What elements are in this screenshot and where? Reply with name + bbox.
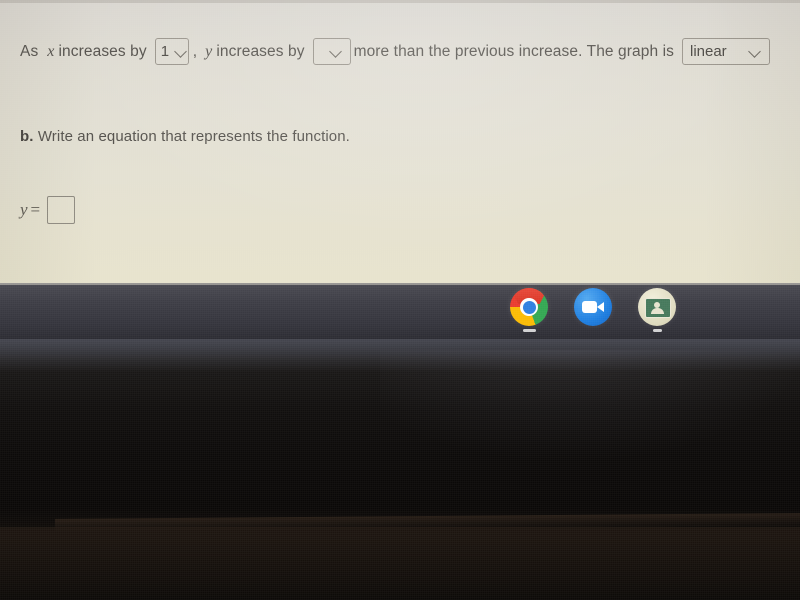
shelf-item-chrome[interactable]	[508, 288, 550, 332]
classroom-running-indicator	[652, 329, 662, 332]
shelf-app-list	[508, 288, 678, 332]
zoom-icon-camera-lens	[597, 302, 604, 312]
x-increase-dropdown[interactable]: 1	[154, 38, 189, 66]
question-a-tail-text: more than the previous increase. The gra…	[353, 42, 674, 60]
classroom-icon[interactable]	[638, 288, 676, 326]
zoom-icon-camera-body	[582, 301, 597, 313]
equation-answer-input[interactable]	[47, 196, 76, 224]
y-increase-dropdown-wrap[interactable]	[312, 38, 351, 66]
equals-sign: =	[30, 200, 41, 219]
question-a-text-1: increases by	[58, 42, 147, 60]
chrome-running-indicator	[522, 329, 536, 332]
zoom-video-icon[interactable]	[574, 288, 612, 326]
screenshot-root: As x increases by 1 , y increases by mor…	[0, 0, 800, 600]
comma-separator: ,	[192, 42, 198, 60]
question-b-label: b.	[20, 128, 34, 145]
question-a-lead-text: As	[20, 42, 39, 60]
variable-y: y	[205, 42, 213, 60]
answer-variable-y: y	[20, 200, 28, 219]
x-increase-dropdown-wrap[interactable]: 1	[154, 38, 189, 66]
chrome-icon-core	[522, 300, 536, 314]
chrome-icon[interactable]	[510, 288, 548, 326]
page-top-edge	[0, 0, 800, 3]
question-b-text: Write an equation that represents the fu…	[37, 128, 350, 145]
equation-answer-row: y =	[20, 196, 76, 224]
y-increase-dropdown[interactable]	[312, 38, 351, 66]
shelf-item-classroom[interactable]	[636, 288, 678, 332]
question-a-text-2: increases by	[216, 42, 305, 60]
laptop-body-lower	[0, 527, 800, 600]
variable-x: x	[47, 42, 55, 60]
question-b-prompt: b. Write an equation that represents the…	[20, 128, 350, 145]
shelf-item-zoom[interactable]	[572, 288, 614, 326]
question-a-statement: As x increases by 1 , y increases by mor…	[20, 38, 796, 66]
worksheet-page: As x increases by 1 , y increases by mor…	[0, 0, 800, 283]
graph-type-dropdown-wrap[interactable]: linear	[681, 38, 770, 66]
chromeos-shelf[interactable]	[0, 283, 800, 339]
graph-type-dropdown[interactable]: linear	[681, 38, 770, 66]
classroom-icon-person-body	[650, 308, 664, 314]
